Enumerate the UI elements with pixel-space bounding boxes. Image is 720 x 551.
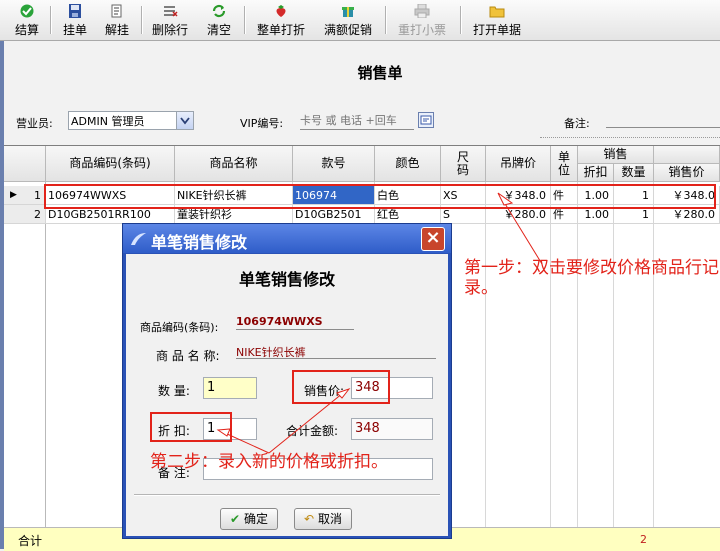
toolbar-separator [244,6,246,34]
header-blank [654,146,720,164]
gift-icon [342,7,354,17]
reprint-receipt-button[interactable]: 重打小票 [393,4,451,38]
toolbar-separator [385,6,387,34]
toolbar-separator [460,6,462,34]
header-product-code: 商品编码(条码) [46,146,175,182]
row-number: 2 [4,205,46,224]
header-unit: 单 位 [551,146,578,182]
total-amount-field: 348 [351,418,433,440]
step1-annotation: 第一步：双击要修改价格商品行记录。 [464,258,719,298]
salesperson-value: ADMIN 管理员 [71,115,145,128]
settle-button[interactable]: 结算 [8,4,46,38]
dialog-titlebar[interactable]: 单笔销售修改 × [123,224,451,253]
grid-line [485,182,486,527]
order-discount-button[interactable]: 整单打折 [252,4,310,38]
strawberry-icon [276,5,286,17]
promotion-button[interactable]: 满额促销 [319,4,377,38]
dialog-title: 单笔销售修改 [151,233,248,252]
vip-lookup-button[interactable] [418,112,434,128]
salesperson-label: 营业员: [16,117,53,130]
grid-line [613,182,614,527]
delete-row-icon [164,6,178,17]
row-number: ▶ 1 [4,186,46,205]
chevron-down-icon [180,117,190,125]
code-label: 商品编码(条码): [140,321,219,334]
open-document-button[interactable]: 打开单据 [467,4,527,38]
grid-line [45,182,46,527]
confirm-button[interactable]: ✔ 确定 [220,508,278,530]
release-order-button[interactable]: 解挂 [99,4,135,38]
header-color: 颜色 [375,146,441,182]
divider [540,137,720,138]
header-discount: 折扣 [578,164,614,182]
footer-total-quantity: 2 [640,533,647,546]
dropdown-button[interactable] [176,112,193,129]
app-logo-icon [131,233,146,245]
page-title: 销售单 [357,64,403,82]
remark-input[interactable] [606,127,720,128]
save-icon [69,4,81,18]
header-tag-price: 吊牌价 [486,146,551,182]
cancel-icon: ↶ [304,512,315,526]
header-style-no: 款号 [293,146,375,182]
sale-edit-dialog: 单笔销售修改 × 单笔销售修改 商品编码(条码): 106974WWXS 商 品… [122,223,452,539]
checkmark-icon: ✔ [230,512,241,526]
hold-order-button[interactable]: 挂单 [57,4,93,38]
header-product-name: 商品名称 [175,146,293,182]
toolbar-separator [141,6,143,34]
code-value: 106974WWXS [236,315,354,330]
grid-line [577,182,578,527]
grid-line [653,182,654,527]
header-sale-price: 销售价 [654,164,720,182]
step2-annotation: 第二步：录入新的价格或折扣。 [150,452,388,472]
header-quantity: 数量 [614,164,654,182]
header-sale-group: 销售 [578,146,654,164]
remark-label: 备注: [564,117,590,130]
unlink-icon [111,4,122,18]
card-icon [420,115,432,125]
check-icon [20,4,34,18]
header-size: 尺 码 [441,146,486,182]
vip-label: VIP编号: [240,117,284,130]
dialog-heading: 单笔销售修改 [238,270,335,289]
clear-button[interactable]: 清空 [201,4,237,38]
highlight-row-box [44,184,716,209]
close-icon: × [425,227,441,248]
name-value: NIKE针织长裤 [236,344,436,359]
row-pointer-icon: ▶ [10,190,17,200]
salesperson-select[interactable]: ADMIN 管理员 [68,111,194,130]
close-button[interactable]: × [421,227,445,251]
vip-input[interactable] [300,111,414,130]
toolbar-separator [50,6,52,34]
footer-total-label: 合计 [18,534,43,548]
grid-line [550,182,551,527]
delete-row-button[interactable]: 删除行 [148,4,192,38]
printer-icon [414,4,430,18]
refresh-icon [212,4,226,18]
folder-icon [489,6,505,18]
toolbar: 结算 挂单 解挂 删除行 清空 整单打折 满额促销 重打小票 打开单据 [0,0,720,41]
row-number-header [4,146,46,182]
name-label: 商 品 名 称: [156,349,220,363]
divider [134,494,440,496]
quantity-label: 数 量: [158,384,190,398]
cancel-button[interactable]: ↶ 取消 [294,508,352,530]
